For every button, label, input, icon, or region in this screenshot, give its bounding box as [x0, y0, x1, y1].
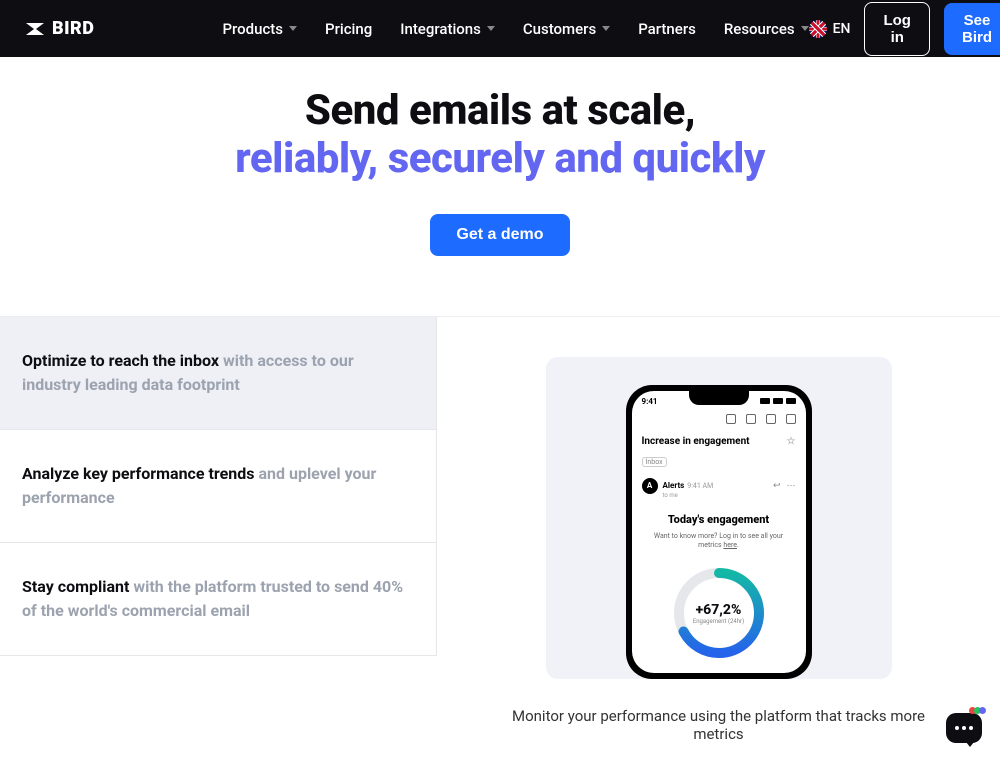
phone-notch: [689, 391, 749, 405]
header-right: EN Log in See Bird: [809, 2, 1000, 56]
feature-strong: Analyze key performance trends: [22, 464, 254, 483]
nav-products[interactable]: Products: [222, 20, 297, 38]
body-title: Today's engagement: [642, 513, 796, 526]
phone-time: 9:41: [642, 397, 658, 406]
inbox-tag: Inbox: [642, 457, 667, 467]
status-icons: [760, 397, 796, 406]
logo-text: BIRD: [52, 18, 94, 39]
mail-icon: [766, 414, 776, 424]
main-header: BIRD Products Pricing Integrations Custo…: [0, 0, 1000, 57]
bird-logo-icon: [24, 21, 46, 37]
reply-icon: ↩: [773, 481, 781, 491]
phone-mockup-wrap: 9:41 Increase in engagement ☆ Inbox: [546, 357, 892, 680]
nav-label: Customers: [523, 20, 596, 38]
subject-text: Increase in engagement: [642, 436, 750, 447]
phone-screen: 9:41 Increase in engagement ☆ Inbox: [632, 391, 806, 674]
main-nav: Products Pricing Integrations Customers …: [222, 20, 808, 38]
archive-icon: [726, 414, 736, 424]
uk-flag-icon: [809, 20, 827, 38]
sender-time: 9:41 AM: [687, 482, 713, 490]
star-icon: ☆: [787, 436, 796, 447]
nav-partners[interactable]: Partners: [638, 20, 696, 38]
nav-label: Resources: [724, 20, 795, 38]
donut-value: +67,2%: [696, 602, 742, 618]
see-bird-button[interactable]: See Bird: [944, 3, 1000, 55]
hero-title: Send emails at scale, reliably, securely…: [0, 87, 1000, 184]
body-text: Want to know more? Log in to see all you…: [642, 532, 796, 552]
language-selector[interactable]: EN: [809, 20, 851, 38]
nav-pricing[interactable]: Pricing: [325, 20, 372, 38]
hero-title-line1: Send emails at scale,: [305, 86, 695, 135]
email-toolbar: [632, 408, 806, 430]
feature-preview: 9:41 Increase in engagement ☆ Inbox: [437, 317, 1000, 744]
chevron-down-icon: [289, 26, 297, 31]
email-body: Today's engagement Want to know more? Lo…: [632, 503, 806, 674]
nav-label: Pricing: [325, 20, 372, 38]
phone-mockup: 9:41 Increase in engagement ☆ Inbox: [626, 385, 812, 680]
chat-dots-icon: [955, 726, 973, 730]
email-from-row: A Alerts9:41 AM to me ↩⋯: [632, 469, 806, 503]
more-icon: [786, 414, 796, 424]
nav-label: Products: [222, 20, 283, 38]
logo[interactable]: BIRD: [24, 18, 94, 39]
sender-name: Alerts: [663, 481, 685, 490]
nav-label: Partners: [638, 20, 696, 38]
more-icon: ⋯: [787, 481, 796, 491]
from-actions: ↩⋯: [773, 481, 796, 491]
chat-widget[interactable]: [946, 713, 982, 743]
chevron-down-icon: [801, 26, 809, 31]
trash-icon: [746, 414, 756, 424]
sender-info: Alerts9:41 AM to me: [663, 473, 714, 499]
sender-avatar: A: [642, 478, 658, 494]
donut-center: +67,2% Engagement (24hr): [669, 563, 769, 663]
nav-label: Integrations: [400, 20, 481, 38]
feature-list: Optimize to reach the inbox with access …: [0, 317, 437, 744]
engagement-donut: +67,2% Engagement (24hr): [669, 563, 769, 663]
nav-resources[interactable]: Resources: [724, 20, 809, 38]
feature-item-compliant[interactable]: Stay compliant with the platform trusted…: [0, 543, 437, 656]
feature-strong: Stay compliant: [22, 577, 129, 596]
login-button[interactable]: Log in: [864, 2, 930, 56]
features-section: Optimize to reach the inbox with access …: [0, 316, 1000, 744]
feature-item-analyze[interactable]: Analyze key performance trends and uplev…: [0, 430, 437, 543]
hero-title-line2: reliably, securely and quickly: [0, 135, 1000, 183]
email-subject: Increase in engagement ☆: [632, 430, 806, 449]
chevron-down-icon: [602, 26, 610, 31]
get-demo-button[interactable]: Get a demo: [430, 214, 569, 256]
chevron-down-icon: [487, 26, 495, 31]
feature-caption: Monitor your performance using the platf…: [489, 707, 949, 743]
nav-integrations[interactable]: Integrations: [400, 20, 495, 38]
sender-sub: to me: [663, 492, 714, 499]
feature-strong: Optimize to reach the inbox: [22, 351, 219, 370]
chat-badge: [969, 707, 986, 714]
hero-section: Send emails at scale, reliably, securely…: [0, 57, 1000, 316]
header-left: BIRD Products Pricing Integrations Custo…: [24, 18, 809, 39]
donut-label: Engagement (24hr): [693, 618, 744, 625]
lang-label: EN: [833, 21, 851, 37]
feature-item-optimize[interactable]: Optimize to reach the inbox with access …: [0, 317, 437, 430]
nav-customers[interactable]: Customers: [523, 20, 610, 38]
